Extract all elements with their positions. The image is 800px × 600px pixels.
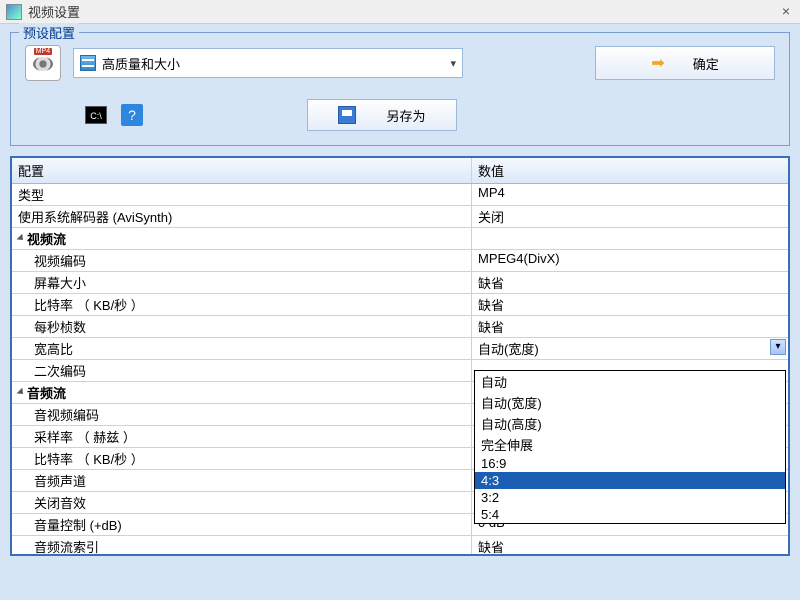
row-label: 音频声道 <box>12 470 472 491</box>
row-label: 比特率 （ KB/秒 ） <box>12 294 472 315</box>
preset-select-value: 高质量和大小 <box>102 54 180 73</box>
grid-row[interactable]: 视频编码MPEG4(DivX) <box>12 250 788 272</box>
row-value[interactable]: MP4 <box>472 184 788 205</box>
dropdown-option[interactable]: 4:3 <box>475 472 785 489</box>
row-label: 类型 <box>12 184 472 205</box>
chevron-down-icon: ▾ <box>450 57 456 70</box>
dropdown-option[interactable]: 5:4 <box>475 506 785 523</box>
dropdown-option[interactable]: 自动 <box>475 371 785 392</box>
grid-row[interactable]: 类型MP4 <box>12 184 788 206</box>
row-value[interactable]: 缺省 <box>472 294 788 315</box>
dropdown-option[interactable]: 16:9 <box>475 455 785 472</box>
grid-row[interactable]: 每秒桢数缺省 <box>12 316 788 338</box>
row-value[interactable]: 缺省 <box>472 316 788 337</box>
dropdown-button[interactable]: ▾ <box>770 339 786 355</box>
row-value[interactable]: MPEG4(DivX) <box>472 250 788 271</box>
row-label: 屏幕大小 <box>12 272 472 293</box>
grid-row[interactable]: 音频流索引缺省 <box>12 536 788 554</box>
dropdown-option[interactable]: 自动(高度) <box>475 413 785 434</box>
dropdown-option[interactable]: 完全伸展 <box>475 434 785 455</box>
save-as-button[interactable]: 另存为 <box>307 99 457 131</box>
header-value[interactable]: 数值 <box>472 158 788 183</box>
row-label: 使用系统解码器 (AviSynth) <box>12 206 472 227</box>
row-label: 音频流 <box>12 382 472 403</box>
settings-grid: 配置 数值 类型MP4使用系统解码器 (AviSynth)关闭视频流视频编码MP… <box>10 156 790 556</box>
row-label: 视频编码 <box>12 250 472 271</box>
row-label: 音频流索引 <box>12 536 472 554</box>
app-icon <box>6 4 22 20</box>
row-label: 视频流 <box>12 228 472 249</box>
grid-row[interactable]: 比特率 （ KB/秒 ）缺省 <box>12 294 788 316</box>
row-label: 关闭音效 <box>12 492 472 513</box>
help-icon[interactable]: ? <box>121 104 143 126</box>
dropdown-option[interactable]: 3:2 <box>475 489 785 506</box>
row-label: 音视频编码 <box>12 404 472 425</box>
preset-legend: 预设配置 <box>19 23 79 42</box>
row-label: 宽高比 <box>12 338 472 359</box>
grid-body[interactable]: 类型MP4使用系统解码器 (AviSynth)关闭视频流视频编码MPEG4(Di… <box>12 184 788 554</box>
save-as-label: 另存为 <box>386 106 425 125</box>
ok-button[interactable]: ➡ 确定 <box>595 46 775 80</box>
console-icon[interactable]: C:\ <box>85 106 107 124</box>
ok-button-label: 确定 <box>693 54 719 73</box>
film-icon <box>80 55 96 71</box>
row-value[interactable]: 关闭 <box>472 206 788 227</box>
aspect-ratio-dropdown[interactable]: 自动自动(宽度)自动(高度)完全伸展16:94:33:25:4 <box>474 370 786 524</box>
titlebar: 视频设置 × <box>0 0 800 24</box>
row-value[interactable]: 缺省 <box>472 272 788 293</box>
grid-header: 配置 数值 <box>12 158 788 184</box>
expand-icon[interactable] <box>17 233 26 242</box>
arrow-right-icon: ➡ <box>651 53 664 73</box>
mp4-file-icon: MP4 <box>25 45 61 81</box>
row-label: 采样率 （ 赫兹 ） <box>12 426 472 447</box>
grid-row[interactable]: 视频流 <box>12 228 788 250</box>
preset-panel: 预设配置 MP4 高质量和大小 ▾ ➡ 确定 C:\ ? 另存为 <box>10 32 790 146</box>
row-label: 每秒桢数 <box>12 316 472 337</box>
grid-row[interactable]: 屏幕大小缺省 <box>12 272 788 294</box>
disk-icon <box>338 106 356 124</box>
row-label: 比特率 （ KB/秒 ） <box>12 448 472 469</box>
row-label: 音量控制 (+dB) <box>12 514 472 535</box>
window-title: 视频设置 <box>28 2 778 21</box>
preset-select[interactable]: 高质量和大小 ▾ <box>73 48 463 78</box>
grid-row[interactable]: 使用系统解码器 (AviSynth)关闭 <box>12 206 788 228</box>
close-icon[interactable]: × <box>778 4 794 20</box>
row-label: 二次编码 <box>12 360 472 381</box>
expand-icon[interactable] <box>17 387 26 396</box>
dropdown-option[interactable]: 自动(宽度) <box>475 392 785 413</box>
row-value[interactable]: 缺省 <box>472 536 788 554</box>
header-config[interactable]: 配置 <box>12 158 472 183</box>
row-value[interactable]: 自动(宽度)▾ <box>472 338 788 359</box>
row-value <box>472 228 788 249</box>
grid-row[interactable]: 宽高比自动(宽度)▾ <box>12 338 788 360</box>
